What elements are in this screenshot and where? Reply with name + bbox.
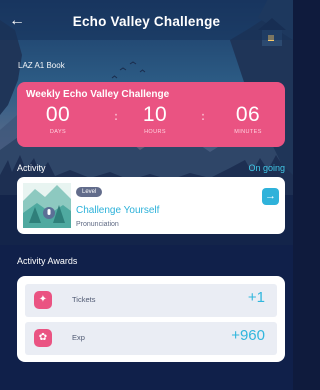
activity-card[interactable]: Level Challenge Yourself Pronunciation →	[17, 177, 285, 234]
level-badge: Level	[76, 187, 103, 197]
timer-separator: :	[114, 109, 118, 123]
minutes-label: MINUTES	[234, 129, 262, 135]
award-name: Tickets	[72, 295, 96, 304]
timer-days: 00 DAYS	[28, 102, 88, 135]
awards-card: ✦ Tickets +1 ✿ Exp +960	[17, 276, 285, 362]
go-button[interactable]: →	[262, 188, 279, 205]
hours-value: 10	[142, 103, 168, 126]
award-value: +1	[247, 289, 265, 306]
award-value: +960	[231, 327, 265, 344]
countdown-title: Weekly Echo Valley Challenge	[26, 89, 170, 100]
arrow-left-icon: ←	[9, 12, 25, 29]
awards-section-label: Activity Awards	[17, 256, 78, 266]
ticket-icon: ✦	[34, 291, 52, 309]
timer-hours: 10 HOURS	[125, 102, 185, 135]
arrow-right-icon: →	[265, 190, 276, 202]
activity-header: Activity On going	[17, 163, 285, 173]
activity-thumbnail	[23, 183, 71, 228]
days-label: DAYS	[49, 129, 67, 135]
award-row-exp: ✿ Exp +960	[25, 322, 277, 355]
activity-title: Challenge Yourself	[76, 205, 160, 216]
timer-separator: :	[201, 109, 205, 123]
page-title: Echo Valley Challenge	[72, 13, 221, 29]
award-name: Exp	[72, 333, 85, 342]
days-value: 00	[45, 103, 71, 126]
minutes-value: 06	[235, 103, 261, 126]
activity-subtitle: Pronunciation	[76, 221, 119, 228]
top-bar: ← Echo Valley Challenge	[0, 0, 293, 40]
timer-minutes: 06 MINUTES	[218, 102, 278, 135]
countdown-timer: 00 DAYS : 10 HOURS : 06 MINUTES	[26, 102, 276, 146]
app-screen: ← Echo Valley Challenge LAZ A1 Book Week…	[0, 0, 293, 390]
book-label: LAZ A1 Book	[18, 61, 65, 70]
hours-label: HOURS	[144, 129, 166, 135]
countdown-card: Weekly Echo Valley Challenge 00 DAYS : 1…	[17, 82, 285, 147]
award-row-tickets: ✦ Tickets +1	[25, 284, 277, 317]
activity-section-label: Activity	[17, 163, 46, 173]
back-button[interactable]: ←	[8, 12, 26, 30]
medal-icon: ✿	[34, 329, 52, 347]
activity-status: On going	[248, 163, 285, 173]
